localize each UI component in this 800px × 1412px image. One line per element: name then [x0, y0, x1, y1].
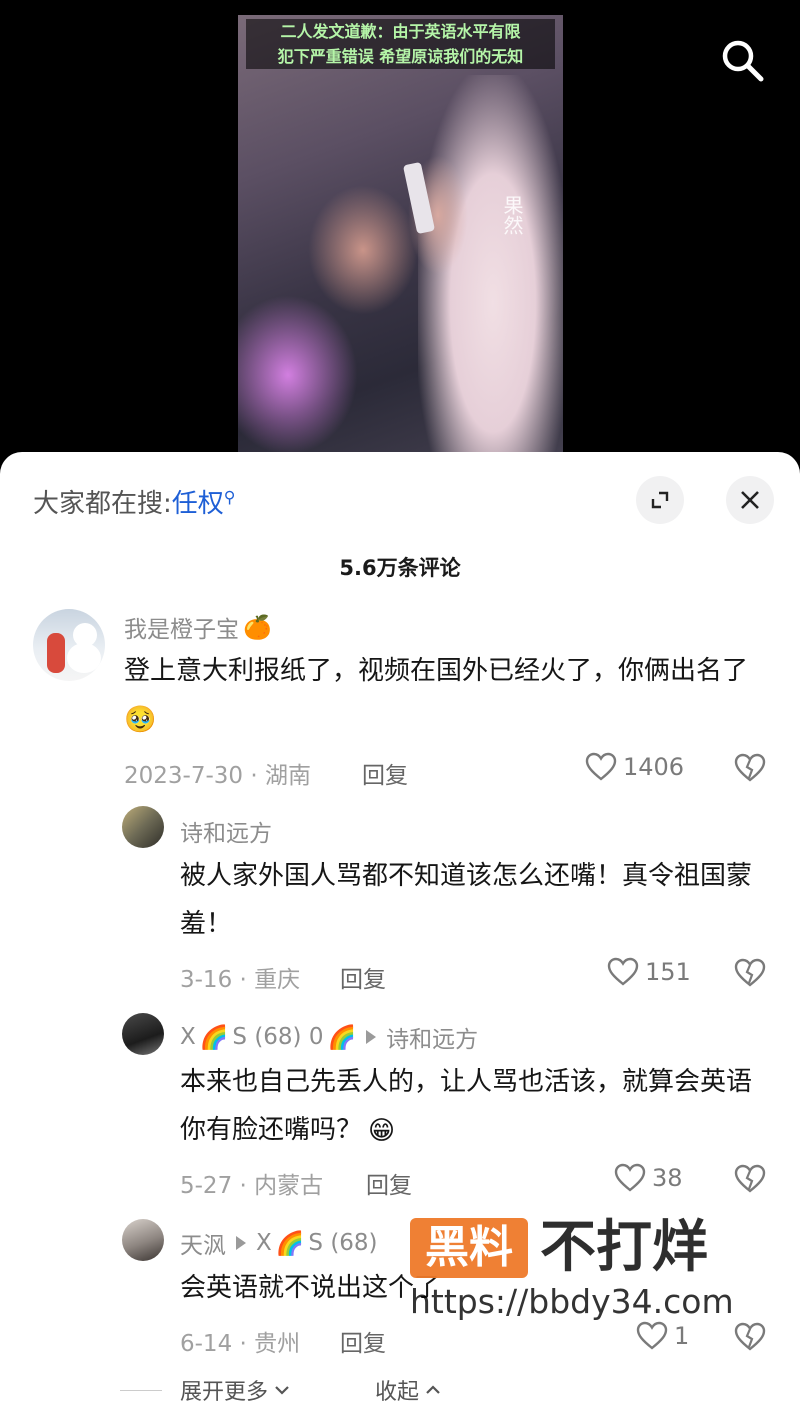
avatar-snowman-body [67, 643, 101, 673]
reply-button[interactable]: 回复 [366, 1166, 412, 1200]
comment-username-text: 我是橙子宝 [124, 617, 239, 643]
broken-heart-icon [734, 1164, 766, 1193]
close-button[interactable] [726, 476, 774, 524]
reply-button[interactable]: 回复 [362, 756, 408, 790]
reply-arrow-icon [236, 1236, 246, 1250]
close-icon [741, 491, 759, 509]
collapse-button[interactable]: 收起 [375, 1374, 441, 1406]
expand-more-button[interactable]: 展开更多 [180, 1374, 290, 1406]
video-caption: 二人发文道歉：由于英语水平有限 犯下严重错误 希望原谅我们的无知 [246, 19, 555, 69]
dislike-button[interactable] [734, 958, 766, 988]
comment-text: 本来也自己先丢人的，让人骂也活该，就算会英语你有脸还嘴吗？ 😁 [180, 1058, 770, 1155]
trending-search-keyword[interactable]: 任权 [172, 489, 224, 519]
heart-icon [614, 1163, 646, 1192]
expand-more-label: 展开更多 [180, 1380, 269, 1405]
collapse-label: 收起 [375, 1380, 420, 1405]
video-frame[interactable]: 果然 二人发文道歉：由于英语水平有限 犯下严重错误 希望原谅我们的无知 [238, 15, 563, 455]
like-button[interactable]: 151 [607, 957, 691, 987]
comment-username-text: X [180, 1024, 196, 1050]
video-scene-light [238, 295, 358, 455]
trending-search[interactable]: 大家都在搜:任权⚲ [33, 483, 236, 520]
comment-username-text: 天沨 [180, 1233, 226, 1259]
comment-text: 登上意大利报纸了，视频在国外已经火了，你俩出名了 🥹 [124, 647, 764, 744]
reply-button[interactable]: 回复 [340, 1324, 386, 1358]
like-count: 38 [652, 1164, 683, 1192]
avatar[interactable] [122, 1219, 164, 1261]
comment-text-content: 本来也自己先丢人的，让人骂也活该，就算会英语你有脸还嘴吗？ [180, 1067, 753, 1145]
search-icon [722, 40, 764, 82]
chevron-up-icon [426, 1385, 440, 1394]
avatar[interactable] [122, 1013, 164, 1055]
orange-emoji: 🍊 [243, 614, 272, 641]
like-button[interactable]: 1406 [585, 752, 684, 782]
like-count: 151 [645, 958, 691, 986]
reply-arrow-icon [366, 1030, 377, 1044]
expand-button[interactable] [636, 476, 684, 524]
heart-icon [607, 957, 639, 986]
teary-face-emoji: 🥹 [124, 704, 157, 735]
comment-text-content: 登上意大利报纸了，视频在国外已经火了，你俩出名了 [124, 656, 749, 686]
rainbow-emoji: 🌈 [199, 1024, 229, 1051]
like-button[interactable]: 1 [636, 1321, 689, 1351]
comment-date-location: 2023-7-30 · 湖南 [124, 763, 311, 789]
comment-username[interactable]: 天沨 X 🌈 S (68) [180, 1226, 378, 1260]
broken-heart-icon [734, 753, 766, 782]
trending-search-prefix: 大家都在搜: [33, 489, 172, 519]
comment-date-location: 6-14 · 贵州 [180, 1331, 301, 1357]
video-watermark: 果然 [500, 195, 524, 235]
expand-icon [651, 491, 669, 509]
dislike-button[interactable] [734, 1322, 766, 1352]
watermark-title: 不打烊 [540, 1215, 708, 1280]
reply-button[interactable]: 回复 [340, 960, 386, 994]
video-player[interactable]: 果然 二人发文道歉：由于英语水平有限 犯下严重错误 希望原谅我们的无知 [0, 0, 800, 470]
broken-heart-icon [734, 958, 766, 987]
chevron-down-icon [275, 1386, 289, 1395]
rainbow-emoji: 🌈 [327, 1024, 357, 1051]
heart-icon [585, 752, 617, 781]
video-caption-line1: 二人发文道歉：由于英语水平有限 [280, 22, 521, 41]
comment-username[interactable]: 我是橙子宝 🍊 [124, 610, 272, 644]
comment-date-location: 3-16 · 重庆 [180, 967, 301, 993]
broken-heart-icon [734, 1322, 766, 1351]
video-caption-line2: 犯下严重错误 希望原谅我们的无知 [277, 47, 524, 66]
rainbow-emoji: 🌈 [275, 1230, 305, 1257]
like-count: 1406 [623, 753, 685, 781]
comment-text: 被人家外国人骂都不知道该怎么还嘴！真令祖国蒙羞！ [180, 861, 753, 939]
comment-date-location: 5-27 · 内蒙古 [180, 1173, 324, 1199]
reply-to-username[interactable]: 诗和远方 [386, 1020, 478, 1054]
search-icon: ⚲ [223, 487, 236, 507]
reply-to-username[interactable]: S (68) [308, 1230, 377, 1256]
dislike-button[interactable] [734, 1164, 766, 1194]
watermark-badge: 黑料 [410, 1218, 528, 1278]
search-button[interactable] [718, 36, 766, 84]
like-button[interactable]: 38 [614, 1163, 683, 1193]
watermark-url: https://bbdy34.com [410, 1282, 734, 1321]
reply-to-username[interactable]: X [256, 1230, 272, 1256]
comment-count: 5.6万条评论 [339, 556, 461, 580]
comment-username-text: 诗和远方 [180, 821, 272, 847]
divider [120, 1390, 162, 1391]
dislike-button[interactable] [734, 753, 766, 783]
like-count: 1 [674, 1322, 690, 1350]
avatar[interactable] [33, 609, 105, 681]
comment-username[interactable]: X 🌈 S (68) 0 🌈 诗和远方 [180, 1020, 478, 1054]
grinning-face-emoji: 😁 [368, 1115, 396, 1146]
heart-icon [636, 1321, 668, 1350]
avatar-figure [47, 633, 65, 673]
avatar[interactable] [122, 806, 164, 848]
comment-username[interactable]: 诗和远方 [180, 814, 272, 848]
comment-username-text: S (68) 0 [232, 1024, 324, 1050]
